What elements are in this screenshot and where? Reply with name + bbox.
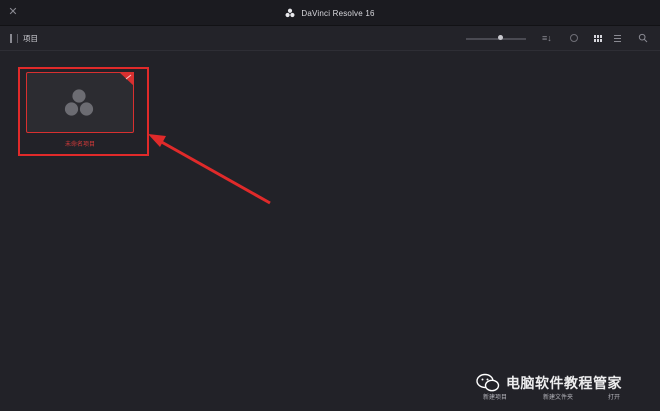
sort-icon[interactable]: ≡↓ <box>542 33 554 43</box>
grid-view-icon[interactable] <box>594 35 602 42</box>
bottom-bar: 新建项目 新建文件夹 打开 <box>0 388 660 411</box>
title-bar: ✕ DaVinci Resolve 16 <box>0 0 660 26</box>
window-title-group: DaVinci Resolve 16 <box>0 0 660 26</box>
window-title: DaVinci Resolve 16 <box>301 8 375 18</box>
new-folder-button[interactable]: 新建文件夹 <box>533 392 583 404</box>
thumbnail-size-slider[interactable] <box>466 38 526 40</box>
new-project-button[interactable]: 新建项目 <box>474 392 516 404</box>
davinci-logo-icon <box>64 89 94 116</box>
section-label: 项目 <box>23 34 38 43</box>
open-button[interactable]: 打开 <box>598 392 630 404</box>
davinci-logo-icon <box>285 8 295 18</box>
search-icon[interactable] <box>638 33 648 43</box>
panel-toggle-icon[interactable] <box>10 34 18 43</box>
corner-flag-icon <box>119 72 134 86</box>
project-card-name[interactable]: 未命名项目 <box>26 139 134 148</box>
toolbar: 项目 ≡↓ <box>0 26 660 51</box>
info-icon[interactable] <box>570 34 578 42</box>
list-view-icon[interactable] <box>614 35 621 42</box>
